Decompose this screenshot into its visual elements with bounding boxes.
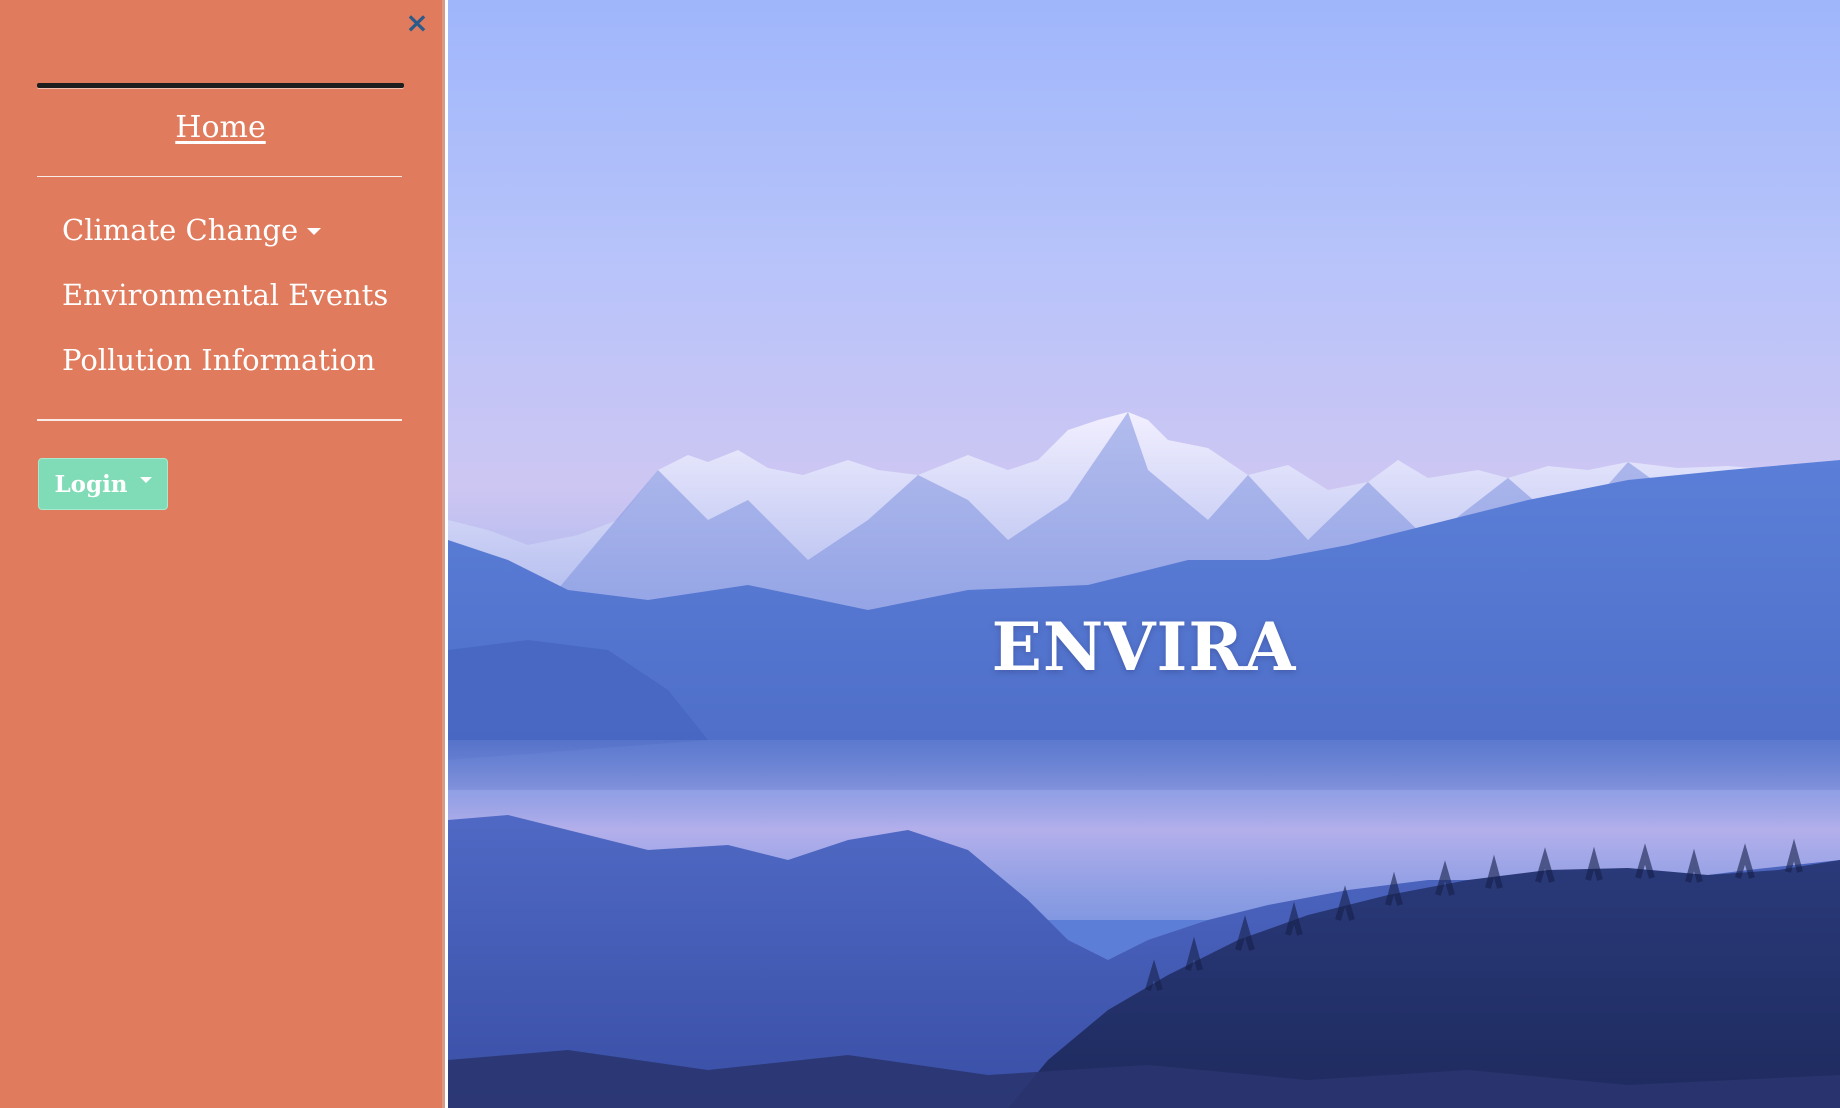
nav-item-label: Pollution Information — [62, 343, 376, 377]
nav-home-link[interactable]: Home — [37, 110, 404, 145]
hero-banner: ENVIRA — [448, 0, 1840, 1108]
nav-item-pollution-information[interactable]: Pollution Information — [62, 343, 375, 377]
close-icon[interactable]: × — [400, 6, 434, 40]
caret-down-icon — [139, 477, 152, 483]
nav-item-environmental-events[interactable]: Environmental Events — [62, 278, 388, 312]
mountain-landscape-image — [448, 412, 1840, 1108]
nav-item-label: Climate Change — [62, 213, 299, 247]
login-label: Login — [54, 470, 128, 498]
top-divider — [37, 83, 404, 88]
login-dropdown-button[interactable]: Login — [38, 458, 168, 510]
sidebar-menu: × Home Climate Change Environmental Even… — [0, 0, 445, 1108]
nav-item-label: Environmental Events — [62, 278, 389, 312]
divider — [37, 419, 402, 421]
divider — [37, 176, 402, 177]
app-root: × Home Climate Change Environmental Even… — [0, 0, 1840, 1108]
hero-title: ENVIRA — [991, 608, 1297, 686]
caret-down-icon — [307, 227, 322, 235]
nav-item-climate-change[interactable]: Climate Change — [62, 213, 322, 247]
